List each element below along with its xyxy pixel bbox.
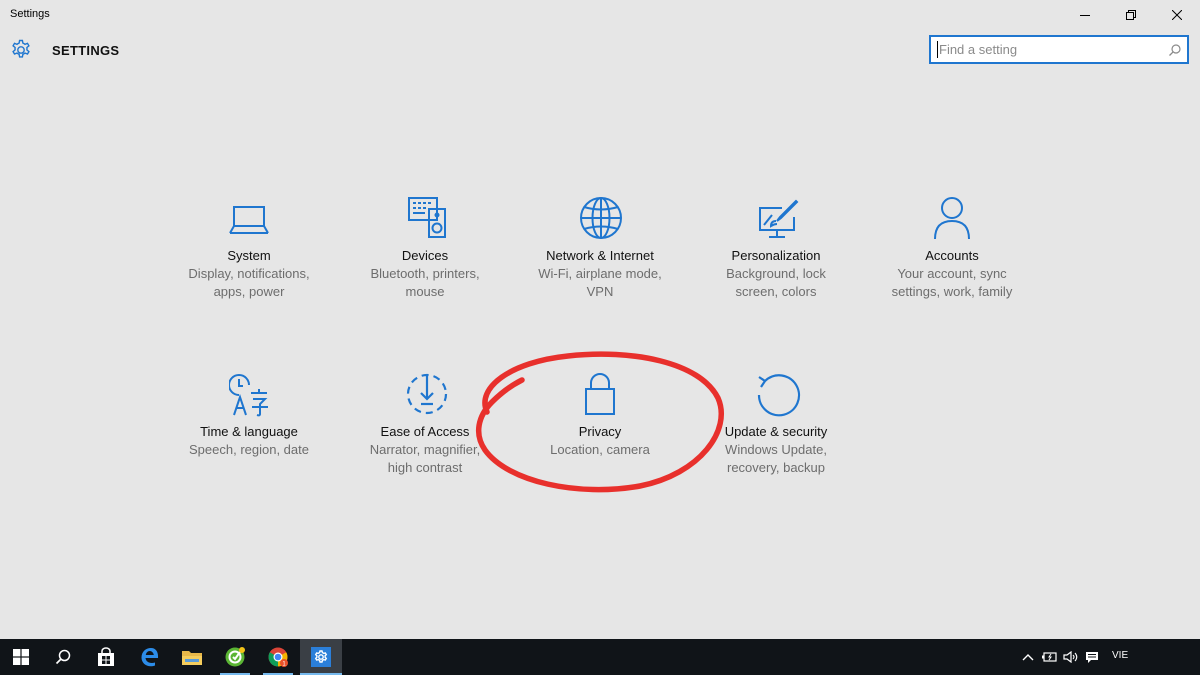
tile-description: VPN: [586, 284, 614, 299]
category-time-language[interactable]: Time & language Speech, region, date: [161, 371, 337, 481]
update-icon: [756, 371, 801, 417]
tile-title: Network & Internet: [546, 248, 654, 263]
tray-volume[interactable]: [1061, 639, 1081, 675]
tile-description: Display, notifications,: [188, 266, 310, 281]
tile-description: Windows Update,: [725, 442, 827, 457]
tile-title: Personalization: [731, 248, 821, 263]
search-input[interactable]: [939, 40, 1161, 59]
search-box[interactable]: [929, 35, 1189, 64]
gear-icon: [10, 39, 32, 61]
taskbar-search-button[interactable]: [42, 639, 84, 675]
action-center-icon: [1086, 651, 1098, 663]
window-title: Settings: [10, 8, 50, 20]
tile-description: Speech, region, date: [189, 442, 309, 457]
category-privacy[interactable]: Privacy Location, camera: [512, 371, 688, 481]
chrome-icon: 1: [268, 647, 288, 668]
devices-icon: [405, 195, 446, 241]
time-language-icon: [229, 371, 269, 417]
person-icon: [932, 195, 972, 241]
text-cursor: [937, 41, 938, 58]
tile-description: Narrator, magnifier,: [369, 442, 481, 457]
search-icon: [55, 649, 71, 665]
close-icon: [1172, 10, 1182, 20]
battery-icon: [1042, 652, 1057, 662]
volume-icon: [1063, 651, 1078, 663]
minimize-button[interactable]: [1062, 0, 1108, 30]
tile-description: Location, camera: [550, 442, 650, 457]
tile-description: Wi-Fi, airplane mode,: [538, 266, 662, 281]
taskbar: 1 VIE: [0, 639, 1200, 675]
tile-description: settings, work, family: [891, 284, 1013, 299]
settings-gear-icon: [311, 647, 331, 667]
personalization-icon: [756, 195, 799, 241]
ease-of-access-icon: [405, 371, 448, 417]
start-windows-icon: [13, 649, 29, 665]
tile-description: Background, lock: [726, 266, 826, 281]
tile-title: Update & security: [724, 424, 828, 439]
window-controls: [1062, 0, 1200, 30]
restore-button[interactable]: [1108, 0, 1154, 30]
search-icon[interactable]: [1168, 43, 1182, 57]
taskbar-green-app-button[interactable]: [214, 639, 256, 675]
taskbar-chrome-button[interactable]: 1: [257, 639, 299, 675]
tile-title: Ease of Access: [380, 424, 470, 439]
tile-description: screen, colors: [735, 284, 817, 299]
lock-icon: [580, 371, 620, 417]
minimize-icon: [1080, 15, 1090, 16]
tray-show-hidden[interactable]: [1018, 639, 1038, 675]
close-button[interactable]: [1154, 0, 1200, 30]
tile-title: Devices: [401, 248, 449, 263]
tray-action-center[interactable]: [1082, 639, 1102, 675]
title-bar: Settings: [0, 0, 1200, 30]
laptop-icon: [229, 195, 269, 241]
tray-battery[interactable]: [1040, 639, 1060, 675]
store-icon: [98, 647, 114, 666]
taskbar-store-button[interactable]: [85, 639, 127, 675]
start-button[interactable]: [0, 639, 42, 675]
page-title: SETTINGS: [52, 42, 120, 58]
tile-description: apps, power: [213, 284, 285, 299]
tile-title: Accounts: [925, 248, 979, 263]
category-network-internet[interactable]: Network & Internet Wi-Fi, airplane mode,…: [512, 195, 688, 305]
chevron-up-icon: [1022, 654, 1034, 661]
tile-description: Your account, sync: [897, 266, 1007, 281]
category-ease-of-access[interactable]: Ease of Access Narrator, magnifier, high…: [337, 371, 513, 481]
tile-description: mouse: [405, 284, 445, 299]
taskbar-settings-button[interactable]: [300, 639, 342, 675]
category-update-security[interactable]: Update & security Windows Update, recove…: [688, 371, 864, 481]
tile-title: System: [227, 248, 271, 263]
tile-description: Bluetooth, printers,: [370, 266, 480, 281]
category-accounts[interactable]: Accounts Your account, sync settings, wo…: [864, 195, 1040, 305]
app-header: SETTINGS: [10, 38, 119, 62]
tile-description: recovery, backup: [726, 460, 826, 475]
category-personalization[interactable]: Personalization Background, lock screen,…: [688, 195, 864, 305]
tile-title: Time & language: [200, 424, 298, 439]
annotation-circle: [475, 351, 725, 493]
green-app-icon: [225, 647, 245, 667]
globe-icon: [580, 195, 622, 241]
taskbar-file-explorer-button[interactable]: [171, 639, 213, 675]
restore-icon: [1126, 10, 1136, 20]
tray-language[interactable]: VIE: [1112, 650, 1128, 661]
tile-title: Privacy: [578, 424, 622, 439]
edge-icon: [141, 648, 159, 667]
file-explorer-icon: [182, 651, 202, 665]
category-system[interactable]: System Display, notifications, apps, pow…: [161, 195, 337, 305]
category-devices[interactable]: Devices Bluetooth, printers, mouse: [337, 195, 513, 305]
taskbar-edge-button[interactable]: [129, 639, 171, 675]
tile-description: high contrast: [387, 460, 463, 475]
